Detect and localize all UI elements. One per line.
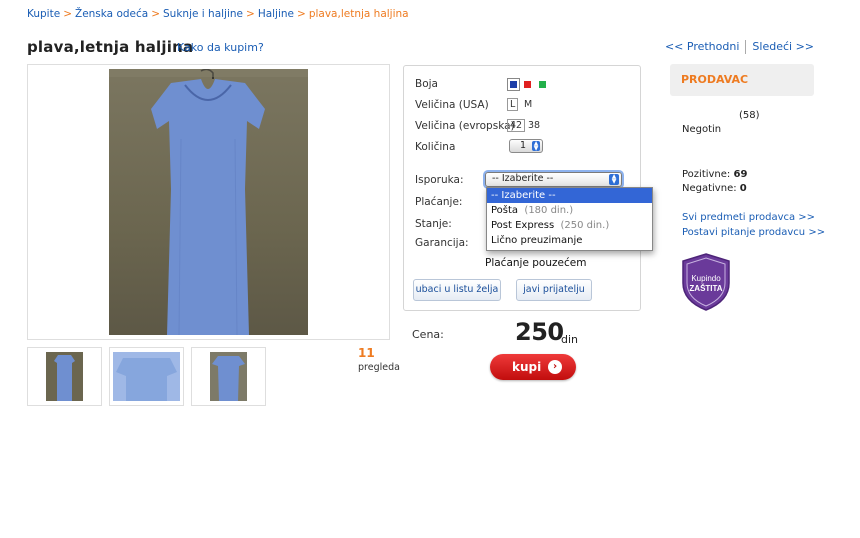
seller-heading: PRODAVAC [670,64,814,96]
next-link[interactable]: Sledeći >> [752,40,814,53]
delivery-option-choose[interactable]: -- Izaberite -- [487,188,652,203]
size-eu-option-42[interactable]: 42 [507,119,526,132]
thumbnail-image [210,352,247,401]
color-swatch-red[interactable] [524,81,531,88]
breadcrumb-separator: > [63,8,72,20]
delivery-option-licno[interactable]: Lično preuzimanje [487,233,652,248]
color-swatch-green[interactable] [539,81,546,88]
size-us-option-l[interactable]: L [507,98,519,111]
color-swatch-blue[interactable] [510,81,517,88]
quantity-value: 1 [520,140,527,151]
dress-image [109,69,308,335]
breadcrumb-separator: > [246,8,255,20]
quantity-stepper[interactable]: 1 ▲ ▼ [509,139,543,153]
views-counter: 11 pregleda [358,346,400,373]
how-to-buy-link[interactable]: Kako da kupim? [177,41,264,54]
price-currency: din [561,333,579,346]
negative-count: 0 [739,183,747,194]
delivery-label: Isporuka: [415,174,464,186]
views-label: pregleda [358,362,400,373]
size-us-option-m[interactable]: M [524,99,532,110]
delivery-option-posta[interactable]: Pošta (180 din.) [487,203,652,218]
badge-line-2: ZAŠTITA [689,284,722,293]
seller-positive: Pozitivne: 69 [682,169,748,180]
breadcrumb-separator: > [151,8,161,20]
delivery-select-value: -- Izaberite -- [492,173,554,184]
seller-negative: Negativne: 0 [682,183,747,194]
buy-button-label: kupi [512,360,542,374]
thumbnail-2[interactable] [109,347,184,406]
prev-link[interactable]: << Prethodni [665,40,739,53]
delivery-select[interactable]: -- Izaberite -- ▲ ▼ [485,172,622,187]
views-count: 11 [358,346,375,360]
seller-rating-count: (58) [739,110,760,121]
arrow-right-icon: › [548,360,562,374]
breadcrumb-link-kupite[interactable]: Kupite [27,8,60,20]
size-us-label: Veličina (USA) [415,99,489,111]
breadcrumb-link-zenska-odeca[interactable]: Ženska odeća [75,8,148,20]
price-amount: 250 [515,318,564,346]
pager: << Prethodni Sledeći >> [665,40,814,54]
breadcrumb-link-haljine[interactable]: Haljine [258,8,294,20]
thumbnail-3[interactable] [191,347,266,406]
price-label: Cena: [412,328,444,341]
pager-divider [745,40,747,54]
seller-all-items-link[interactable]: Svi predmeti prodavca >> [682,212,815,223]
color-label: Boja [415,78,438,90]
size-eu-label: Veličina (evropska) [415,120,515,132]
options-panel: Boja Veličina (USA) L M Veličina (evrops… [403,65,653,311]
condition-label: Stanje: [415,218,452,230]
delivery-option-post-express[interactable]: Post Express (250 din.) [487,218,652,233]
page-title: plava,letnja haljina [27,38,194,56]
seller-city: Negotin [682,124,722,135]
thumbnail-image [46,352,83,401]
wishlist-button[interactable]: ubaci u listu želja [413,279,501,301]
breadcrumb-current: plava,letnja haljina [308,8,409,20]
buy-button[interactable]: kupi › [490,354,576,380]
positive-count: 69 [733,169,748,180]
thumbnail-image [113,352,180,401]
thumbnail-1[interactable] [27,347,102,406]
breadcrumb-separator: > [297,8,306,20]
tell-friend-button[interactable]: javi prijatelju [516,279,592,301]
stepper-arrows-icon[interactable]: ▲ ▼ [532,141,540,152]
ask-seller-link[interactable]: Postavi pitanje prodavcu >> [682,227,825,238]
payment-label: Plaćanje: [415,196,463,208]
seller-heading-text: PRODAVAC [681,73,749,86]
delivery-dropdown: -- Izaberite -- Pošta (180 din.) Post Ex… [486,187,653,251]
quantity-label: Količina [415,141,456,153]
breadcrumb-link-suknje-i-haljine[interactable]: Suknje i haljine [163,8,243,20]
badge-line-1: Kupindo [691,274,721,283]
main-image-frame[interactable] [27,64,390,340]
breadcrumb: Kupite > Ženska odeća > Suknje i haljine > Hal… [27,8,409,20]
shield-icon: Kupindo ZAŠTITA [682,253,730,311]
product-photo[interactable] [109,69,308,335]
warranty-label: Garancija: [415,237,469,249]
kupindo-protection-badge[interactable]: Kupindo ZAŠTITA [681,253,731,311]
payment-method: Plaćanje pouzećem [485,257,587,269]
select-arrows-icon: ▲ ▼ [609,174,619,185]
size-eu-option-38[interactable]: 38 [528,120,540,131]
